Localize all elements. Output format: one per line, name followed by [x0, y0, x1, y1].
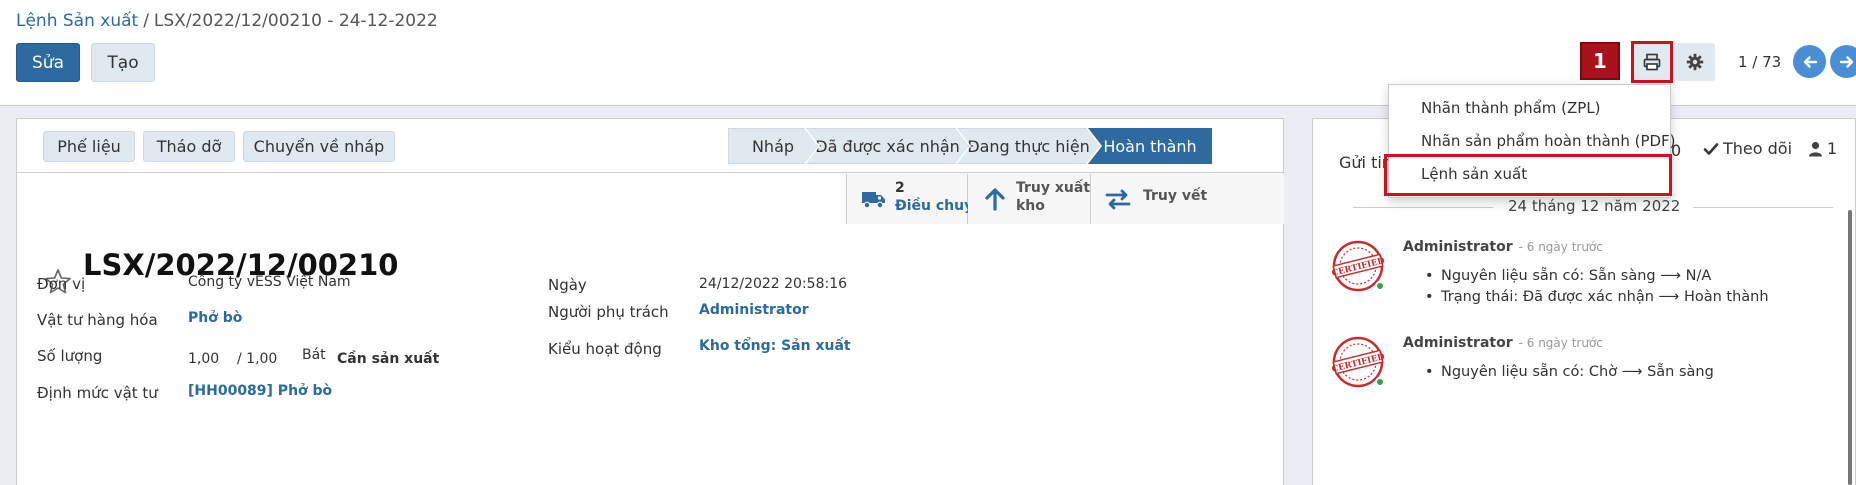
followers-count: 1 [1827, 139, 1838, 158]
create-button[interactable]: Tạo [91, 43, 155, 82]
set-to-draft-button[interactable]: Chuyển về nháp [243, 131, 395, 162]
print-menu-item-zpl-label[interactable]: Nhãn thành phẩm (ZPL) [1421, 99, 1601, 117]
stock-out-line1: Truy xuất [1016, 180, 1091, 196]
date-separator-text: 24 tháng 12 năm 2022 [1508, 197, 1681, 215]
message-tracking-line: Nguyên liệu sẵn có: Chờ ⟶ Sẵn sàng [1425, 364, 1714, 380]
message-author[interactable]: Administrator - 6 ngày trước [1403, 335, 1603, 351]
scrap-button[interactable]: Phế liệu [43, 131, 135, 162]
arrow-up-icon [985, 188, 1005, 211]
smart-buttons: 2 Điều chuy... Truy xuất kho Truy vết [846, 174, 1284, 224]
breadcrumb: Lệnh Sản xuất / LSX/2022/12/00210 - 24-12-… [16, 11, 438, 31]
field-value-operation-type[interactable]: Kho tổng: Sản xuất [699, 338, 851, 354]
breadcrumb-current: LSX/2022/12/00210 - 24-12-2022 [153, 11, 438, 31]
field-value-product[interactable]: Phở bò [188, 310, 242, 326]
field-value-quantity-of: / 1,00 [237, 351, 278, 367]
field-value-date: 24/12/2022 20:58:16 [699, 276, 848, 292]
breadcrumb-separator: / [143, 11, 149, 31]
chatter-scrollbar[interactable] [1848, 210, 1852, 485]
transfers-count: 2 [895, 180, 905, 196]
callout-badge-1: 1 [1580, 42, 1620, 80]
statusbar: Phế liệu Tháo dỡ Chuyển về nháp Nháp Đã … [17, 119, 1283, 173]
online-status-dot [1375, 281, 1385, 291]
form-sheet: Phế liệu Tháo dỡ Chuyển về nháp Nháp Đã … [16, 118, 1284, 485]
field-label-bom: Định mức vật tư [37, 384, 158, 402]
stage-in-progress[interactable]: Đang thực hiện [957, 128, 1100, 164]
transfers-smart-button[interactable]: 2 Điều chuy... [847, 174, 988, 224]
field-value-uom: Bát [302, 347, 326, 363]
gear-icon [1686, 53, 1704, 71]
online-status-dot [1375, 377, 1385, 387]
field-label-operation-type: Kiểu hoạt động [548, 340, 662, 358]
field-label-company: Đơn vị [37, 275, 86, 293]
check-icon [1703, 142, 1719, 155]
field-value-quantity: 1,00 [188, 351, 220, 367]
pager-previous-button[interactable] [1793, 45, 1826, 78]
stage-draft[interactable]: Nháp [728, 128, 818, 164]
traceability-label: Truy vết [1143, 188, 1208, 204]
field-label-product: Vật tư hàng hóa [37, 311, 158, 329]
followers-button[interactable]: 1 [1808, 139, 1837, 158]
field-label-quantity: Số lượng [37, 347, 103, 365]
stage-confirmed[interactable]: Đã được xác nhận [806, 128, 969, 164]
printer-icon [1643, 53, 1661, 71]
follow-button[interactable]: Theo dõi [1703, 139, 1792, 158]
stock-out-line2: kho [1016, 198, 1045, 214]
settings-button[interactable] [1675, 43, 1715, 81]
field-value-responsible[interactable]: Administrator [699, 302, 809, 318]
pager-value[interactable]: 1 / 73 [1738, 53, 1781, 71]
date-separator-line-right [1693, 207, 1833, 208]
date-separator: 24 tháng 12 năm 2022 [1353, 197, 1833, 217]
field-label-date: Ngày [548, 276, 587, 294]
stage-done[interactable]: Hoàn thành [1088, 128, 1212, 164]
arrow-left-icon [1803, 55, 1817, 68]
edit-button[interactable]: Sửa [16, 43, 80, 82]
user-icon [1809, 141, 1822, 156]
dropdown-highlight-box [1384, 154, 1672, 196]
traceability-smart-button[interactable]: Truy vết [1091, 174, 1284, 224]
breadcrumb-parent-link[interactable]: Lệnh Sản xuất [16, 11, 138, 31]
field-label-responsible: Người phụ trách [548, 303, 669, 321]
print-button[interactable] [1631, 41, 1673, 83]
stock-out-smart-button[interactable]: Truy xuất kho [968, 174, 1091, 224]
date-separator-line-left [1353, 207, 1493, 208]
truck-icon [862, 192, 885, 209]
unbuild-button[interactable]: Tháo dỡ [143, 131, 235, 162]
message-tracking-line: Trạng thái: Đã được xác nhận ⟶ Hoàn thàn… [1425, 289, 1769, 305]
field-value-company: Công ty vESS Việt Nam [188, 274, 351, 290]
exchange-arrows-icon [1105, 189, 1131, 210]
message-time: - 6 ngày trước [1518, 336, 1603, 350]
pager-next-button[interactable] [1830, 45, 1856, 78]
message-tracking-line: Nguyên liệu sẵn có: Sẵn sàng ⟶ N/A [1425, 268, 1711, 284]
print-menu-item-pdf-label[interactable]: Nhãn sản phẩm hoàn thành (PDF) [1421, 132, 1676, 150]
field-value-bom[interactable]: [HH00089] Phở bò [188, 383, 332, 399]
follow-label: Theo dõi [1723, 139, 1793, 158]
message-time: - 6 ngày trước [1518, 240, 1603, 254]
message-author[interactable]: Administrator - 6 ngày trước [1403, 239, 1603, 255]
field-value-production-status: Cần sản xuất [337, 351, 440, 367]
arrow-right-icon [1839, 55, 1853, 68]
